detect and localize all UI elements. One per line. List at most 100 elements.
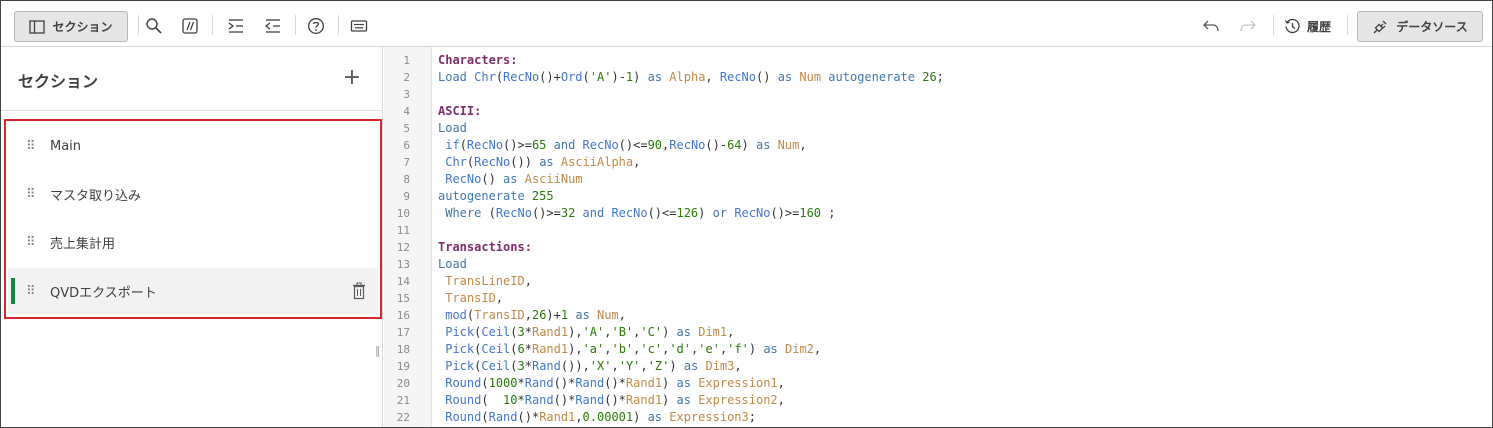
code-line[interactable]: if(RecNo()>=65 and RecNo()<=90,RecNo()-6… <box>438 137 807 154</box>
code-token: RecNo <box>495 206 532 220</box>
code-line[interactable]: Load <box>438 256 467 273</box>
code-token: RecNo <box>611 206 648 220</box>
code-token: ), <box>568 325 583 339</box>
code-line[interactable]: Pick(Ceil(6*Rand1),'a','b','c','d','e','… <box>438 341 821 358</box>
code-token: ( <box>510 342 518 356</box>
code-line[interactable]: Load Chr(RecNo()+Ord('A')-1) as Alpha, R… <box>438 69 944 86</box>
code-line[interactable]: TransLineID, <box>438 273 532 290</box>
code-token: as <box>676 325 699 339</box>
code-token: 'Y' <box>618 359 641 373</box>
indent-button[interactable] <box>223 13 249 39</box>
line-number: 8 <box>403 173 410 186</box>
code-token: ) <box>633 410 648 424</box>
code-token: Rand <box>575 393 605 407</box>
line-number: 14 <box>396 275 410 288</box>
code-token: Rand1 <box>531 325 569 339</box>
code-token: ()>= <box>531 206 561 220</box>
data-sources-button[interactable]: データソース <box>1357 11 1483 42</box>
section-list: ⠿ Main ⠿ マスタ取り込み ⠿ 売上集計用 ⠿ QVDエクスポート <box>4 119 382 319</box>
code-token: 255 <box>531 189 554 203</box>
code-token: , <box>495 291 504 305</box>
code-line[interactable]: Round(1000*Rand()*Rand()*Rand1) as Expre… <box>438 375 785 392</box>
drag-handle-icon[interactable]: ⠿ <box>26 187 36 202</box>
code-token: as <box>503 172 525 186</box>
code-token: 26 <box>922 70 937 84</box>
code-line[interactable]: Pick(Ceil(3*Rand()),'X','Y','Z') as Dim3… <box>438 358 741 375</box>
line-number: 12 <box>396 241 410 254</box>
line-number: 21 <box>396 394 410 407</box>
code-token: Dim3 <box>705 359 735 373</box>
code-token: Pick <box>445 325 475 339</box>
section-item-sales-aggregation[interactable]: ⠿ 売上集計用 <box>8 219 378 265</box>
code-line[interactable]: Transactions: <box>438 239 532 256</box>
code-line[interactable]: RecNo() as AsciiNum <box>438 171 582 188</box>
code-token: RecNo <box>734 206 771 220</box>
section-item-label: 売上集計用 <box>50 236 116 252</box>
code-token: 160 <box>799 206 822 220</box>
code-token: RecNo <box>582 138 619 152</box>
code-token: * <box>524 359 532 373</box>
code-token: 32 <box>560 206 576 220</box>
code-token: , <box>799 138 807 152</box>
drag-handle-icon[interactable]: ⠿ <box>26 139 36 154</box>
drag-handle-icon[interactable]: ⠿ <box>26 284 36 299</box>
code-line[interactable]: TransID, <box>438 290 503 307</box>
code-token: 'B' <box>611 325 634 339</box>
code-token: ()<= <box>618 138 648 152</box>
code-token: Round <box>445 410 482 424</box>
code-line[interactable]: ASCII: <box>438 103 481 120</box>
code-token: 'a' <box>582 342 605 356</box>
code-token: and <box>553 138 583 152</box>
section-item-label: マスタ取り込み <box>50 188 142 204</box>
drag-handle-icon[interactable]: ⠿ <box>26 235 36 250</box>
code-token: if <box>445 138 460 152</box>
section-item-main[interactable]: ⠿ Main <box>8 123 378 169</box>
line-number: 5 <box>403 122 410 135</box>
code-line[interactable]: Where (RecNo()>=32 and RecNo()<=126) or … <box>438 205 835 222</box>
keyboard-shortcuts-button[interactable] <box>346 13 372 39</box>
code-token: and <box>582 206 612 220</box>
code-token: Ceil <box>481 342 511 356</box>
code-token: ( <box>481 410 489 424</box>
help-button[interactable] <box>303 13 329 39</box>
trash-icon[interactable] <box>352 282 366 300</box>
script-editor[interactable]: 1 Characters: 2 Load Chr(RecNo()+Ord('A')-1… <box>384 47 1492 427</box>
code-line[interactable]: Round(Rand()*Rand1,0.00001) as Expressio… <box>438 409 756 426</box>
code-token: Rand1 <box>625 393 663 407</box>
code-token: Load <box>438 121 467 135</box>
code-line[interactable]: mod(TransID,26)+1 as Num, <box>438 307 626 324</box>
code-token: Chr <box>445 155 467 169</box>
code-token: 3 <box>517 359 525 373</box>
code-token: ()) <box>510 155 540 169</box>
redo-button[interactable] <box>1235 13 1261 39</box>
section-item-qvd-export[interactable]: ⠿ QVDエクスポート <box>8 268 378 314</box>
code-token: ()* <box>604 376 626 390</box>
code-token: () <box>481 172 504 186</box>
code-token: * <box>517 393 525 407</box>
section-item-master-import[interactable]: ⠿ マスタ取り込み <box>8 171 378 217</box>
code-token: () <box>756 70 778 84</box>
code-token: ) <box>698 206 713 220</box>
code-line[interactable]: Pick(Ceil(3*Rand1),'A','B','C') as Dim1, <box>438 324 734 341</box>
outdent-button[interactable] <box>260 13 286 39</box>
code-token: as <box>575 308 598 322</box>
add-section-button[interactable]: + <box>341 67 363 89</box>
code-token: Pick <box>445 342 475 356</box>
sections-toggle-button[interactable]: セクション <box>14 11 128 42</box>
code-line[interactable]: Load <box>438 120 467 137</box>
search-button[interactable] <box>141 13 167 39</box>
code-token: Pick <box>445 359 475 373</box>
code-line[interactable]: Round( 10*Rand()*Rand()*Rand1) as Expres… <box>438 392 785 409</box>
panel-resize-handle[interactable]: ‖ <box>375 344 381 357</box>
history-button[interactable]: 履歴 <box>1284 13 1331 39</box>
code-line[interactable]: Chr(RecNo()) as AsciiAlpha, <box>438 154 640 171</box>
comment-button[interactable] <box>177 13 203 39</box>
code-token: * <box>524 325 532 339</box>
code-token: Rand <box>524 376 554 390</box>
undo-button[interactable] <box>1198 13 1224 39</box>
code-token: , <box>727 325 735 339</box>
code-token: Chr <box>474 70 496 84</box>
code-line[interactable]: Characters: <box>438 52 517 69</box>
code-line[interactable]: autogenerate 255 <box>438 188 554 205</box>
